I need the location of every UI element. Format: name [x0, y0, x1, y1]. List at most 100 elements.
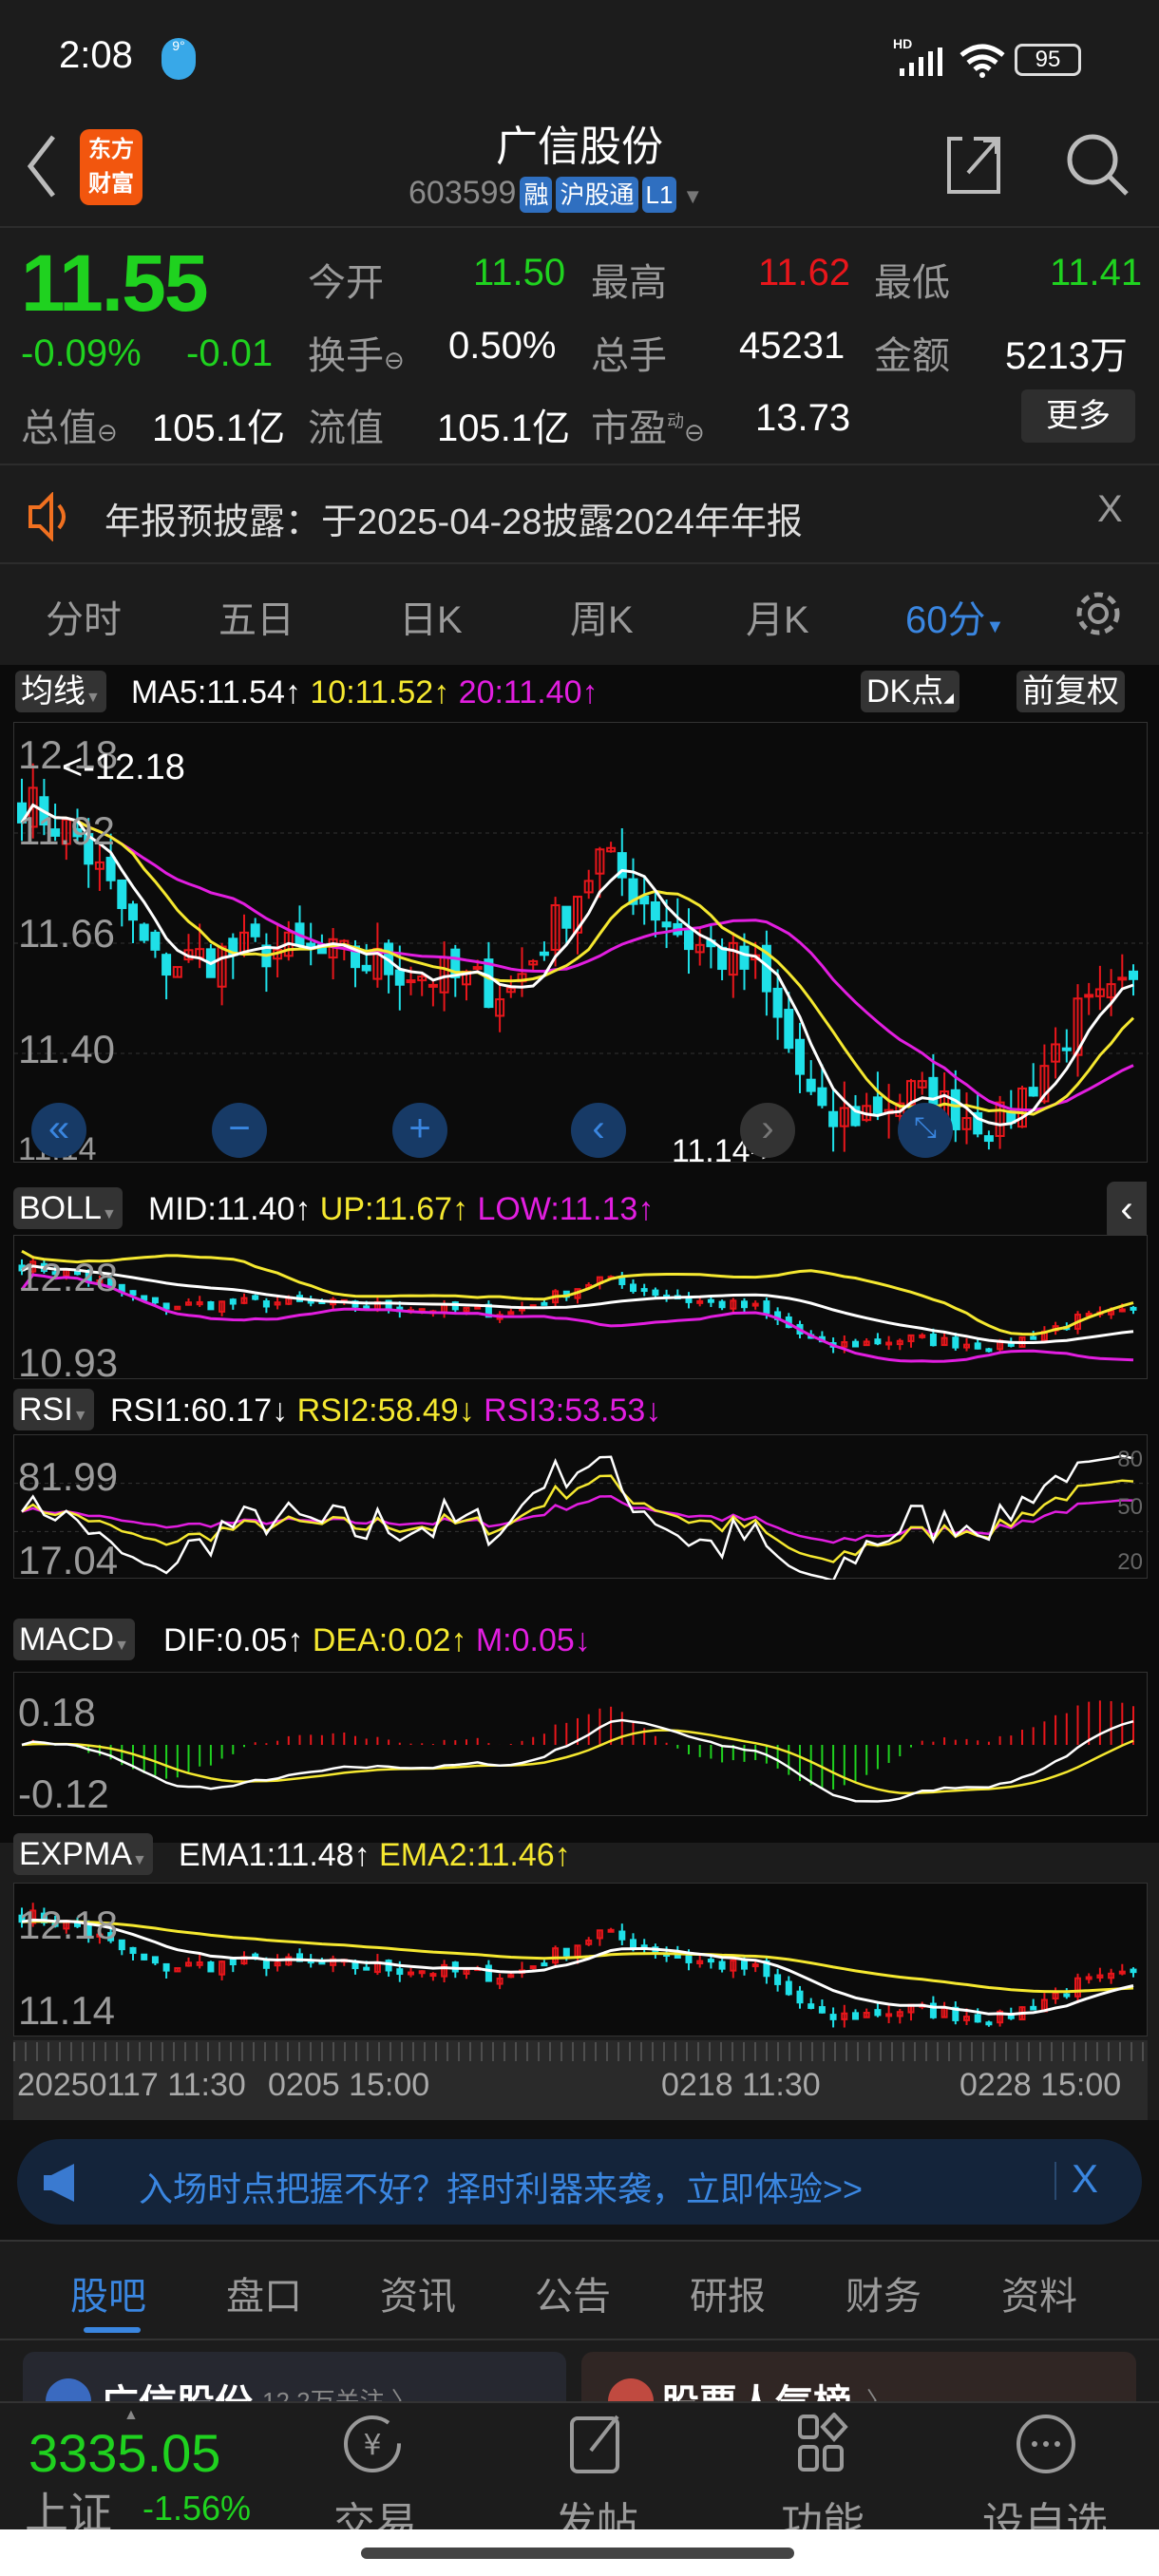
expma-selector[interactable]: EXPMA▼ [13, 1833, 153, 1875]
candle-body [685, 1955, 693, 1963]
time-axis[interactable]: 20250117 11:30 0205 15:00 0218 11:30 022… [13, 2040, 1148, 2120]
promo-close-button[interactable]: X [1072, 2156, 1098, 2202]
info-icon: ⊖ [97, 418, 118, 446]
search-icon[interactable] [1064, 131, 1130, 198]
candle-body [162, 1302, 170, 1310]
rsi-selector[interactable]: RSI▼ [13, 1389, 94, 1430]
weather-icon: 9° [162, 38, 196, 80]
promo-text[interactable]: 入场时点把握不好？择时利器来袭，立即体验>> [139, 2162, 863, 2211]
candle-body [650, 900, 660, 921]
candle-body [484, 1964, 492, 1982]
promo-banner[interactable]: 入场时点把握不好？择时利器来袭，立即体验>> X [17, 2139, 1142, 2225]
axis-label: 12.28 [18, 1255, 119, 1299]
candle-body [418, 1970, 426, 1975]
trade-icon[interactable]: ¥ [342, 2413, 403, 2475]
pe-label[interactable]: 市盈动⊖ [591, 397, 705, 452]
tab-news[interactable]: 资讯 [380, 2265, 456, 2320]
amount-label: 金额 [874, 335, 950, 377]
candle-body [885, 2013, 893, 2017]
rsi3-line [21, 1495, 1134, 1544]
candle-body [151, 1956, 159, 1964]
index-value[interactable]: 3335.05 [28, 2422, 220, 2484]
candle-body [162, 954, 172, 976]
tab-intraday[interactable]: 分时 [46, 589, 122, 644]
tab-five-day[interactable]: 五日 [218, 589, 294, 644]
tag-connect: 沪股通 [556, 177, 638, 213]
axis-label: 0.18 [18, 1690, 96, 1734]
status-bar: 2:08 9° HD 95 [0, 0, 1159, 95]
ma-selector[interactable]: 均线▼ [15, 671, 106, 712]
speaker-icon [28, 492, 66, 541]
dropdown-icon[interactable]: ▼ [682, 184, 703, 208]
zoom-in-button[interactable]: + [392, 1103, 447, 1158]
candle-body [250, 923, 260, 938]
turnover-label[interactable]: 换手⊖ [308, 325, 405, 380]
candle-body [507, 1974, 515, 1979]
candle-body [763, 1300, 770, 1315]
popularity-card[interactable]: 股票人气榜 〉 [581, 2352, 1136, 2405]
rsi-values: RSI1:60.17↓ RSI2:58.49↓ RSI3:53.53↓ [110, 1392, 662, 1429]
candle-body [1030, 1335, 1037, 1340]
boll-chart[interactable]: 12.28 10.93 [13, 1235, 1148, 1385]
tab-60min[interactable]: 60分▼ [905, 589, 1004, 644]
notice-text[interactable]: 年报预披露：于2025-04-28披露2024年年报 [104, 492, 803, 544]
time-label: 0228 15:00 [960, 2067, 1122, 2103]
candle-body [229, 1958, 237, 1965]
axis-label: 17.04 [18, 1538, 119, 1582]
candle-body [472, 966, 483, 971]
max-price-marker: <-12.18 [62, 748, 185, 787]
volume-value: 45231 [739, 325, 846, 367]
stock-forum-card[interactable]: 广信股份 12.2万关注 〉 [23, 2352, 566, 2405]
notice-close-button[interactable]: X [1097, 488, 1123, 531]
tab-monthly[interactable]: 月K [746, 589, 809, 644]
tab-financials[interactable]: 财务 [846, 2265, 922, 2320]
scroll-left-button[interactable]: ‹ [571, 1103, 626, 1158]
candle-body [872, 1096, 883, 1114]
tab-orderbook[interactable]: 盘口 [226, 2265, 302, 2320]
functions-icon[interactable] [796, 2413, 849, 2475]
amount-value: 5213万 [1005, 335, 1128, 377]
zoom-out-button[interactable]: − [212, 1103, 267, 1158]
tab-weekly[interactable]: 周K [570, 589, 634, 644]
candle-body [1117, 976, 1128, 981]
fullscreen-button[interactable]: ⤡ [898, 1103, 953, 1158]
candle-body [361, 964, 371, 972]
ema1-line [21, 1918, 1134, 2017]
total-cap-label[interactable]: 总值⊖ [21, 397, 118, 452]
share-icon[interactable] [945, 135, 1002, 196]
scroll-right-button[interactable]: › [740, 1103, 795, 1158]
macd-chart[interactable]: 0.18 -0.12 [13, 1672, 1148, 1816]
tab-daily[interactable]: 日K [399, 589, 463, 644]
more-button[interactable]: 更多 [1021, 389, 1135, 443]
candle-body [929, 1334, 937, 1347]
ema2-line [21, 1920, 1134, 1994]
ma-values: MA5:11.54↑ 10:11.52↑ 20:11.40↑ [131, 674, 598, 710]
candle-body [707, 1298, 714, 1303]
tab-announcements[interactable]: 公告 [535, 2265, 611, 2320]
boll-selector[interactable]: BOLL▼ [13, 1187, 123, 1229]
tab-research[interactable]: 研报 [690, 2265, 766, 2320]
kline-chart[interactable]: 12.18 11.92 11.66 11.40 11.14 <-12.18 11… [13, 722, 1149, 1169]
card-title: 股票人气榜 [661, 2383, 851, 2405]
dk-point-button[interactable]: DK点◢ [861, 671, 960, 712]
expma-chart[interactable]: 12.18 11.14 [13, 1883, 1148, 2036]
macd-selector[interactable]: MACD▼ [13, 1619, 135, 1660]
scroll-start-button[interactable]: « [31, 1103, 86, 1158]
open-label: 今开 [308, 262, 384, 304]
candle-body [129, 1290, 137, 1297]
settings-icon[interactable] [1072, 587, 1125, 640]
tab-profile[interactable]: 资料 [1001, 2265, 1077, 2320]
post-icon[interactable] [568, 2413, 625, 2475]
wifi-icon [960, 44, 1005, 78]
adjust-button[interactable]: 前复权 [1016, 671, 1125, 712]
more-options-icon[interactable] [1015, 2413, 1077, 2475]
signal-icon [900, 47, 942, 76]
home-indicator[interactable] [361, 2548, 794, 2559]
high-label: 最高 [591, 262, 667, 304]
candle-body [985, 1348, 993, 1353]
collapse-panel-button[interactable]: ‹ [1107, 1182, 1147, 1241]
boll-up-line [21, 1249, 1134, 1336]
candle-body [539, 951, 549, 957]
tab-forum[interactable]: 股吧 [70, 2265, 146, 2320]
rsi-chart[interactable]: 81.99 17.04 80 50 20 [13, 1434, 1149, 1582]
